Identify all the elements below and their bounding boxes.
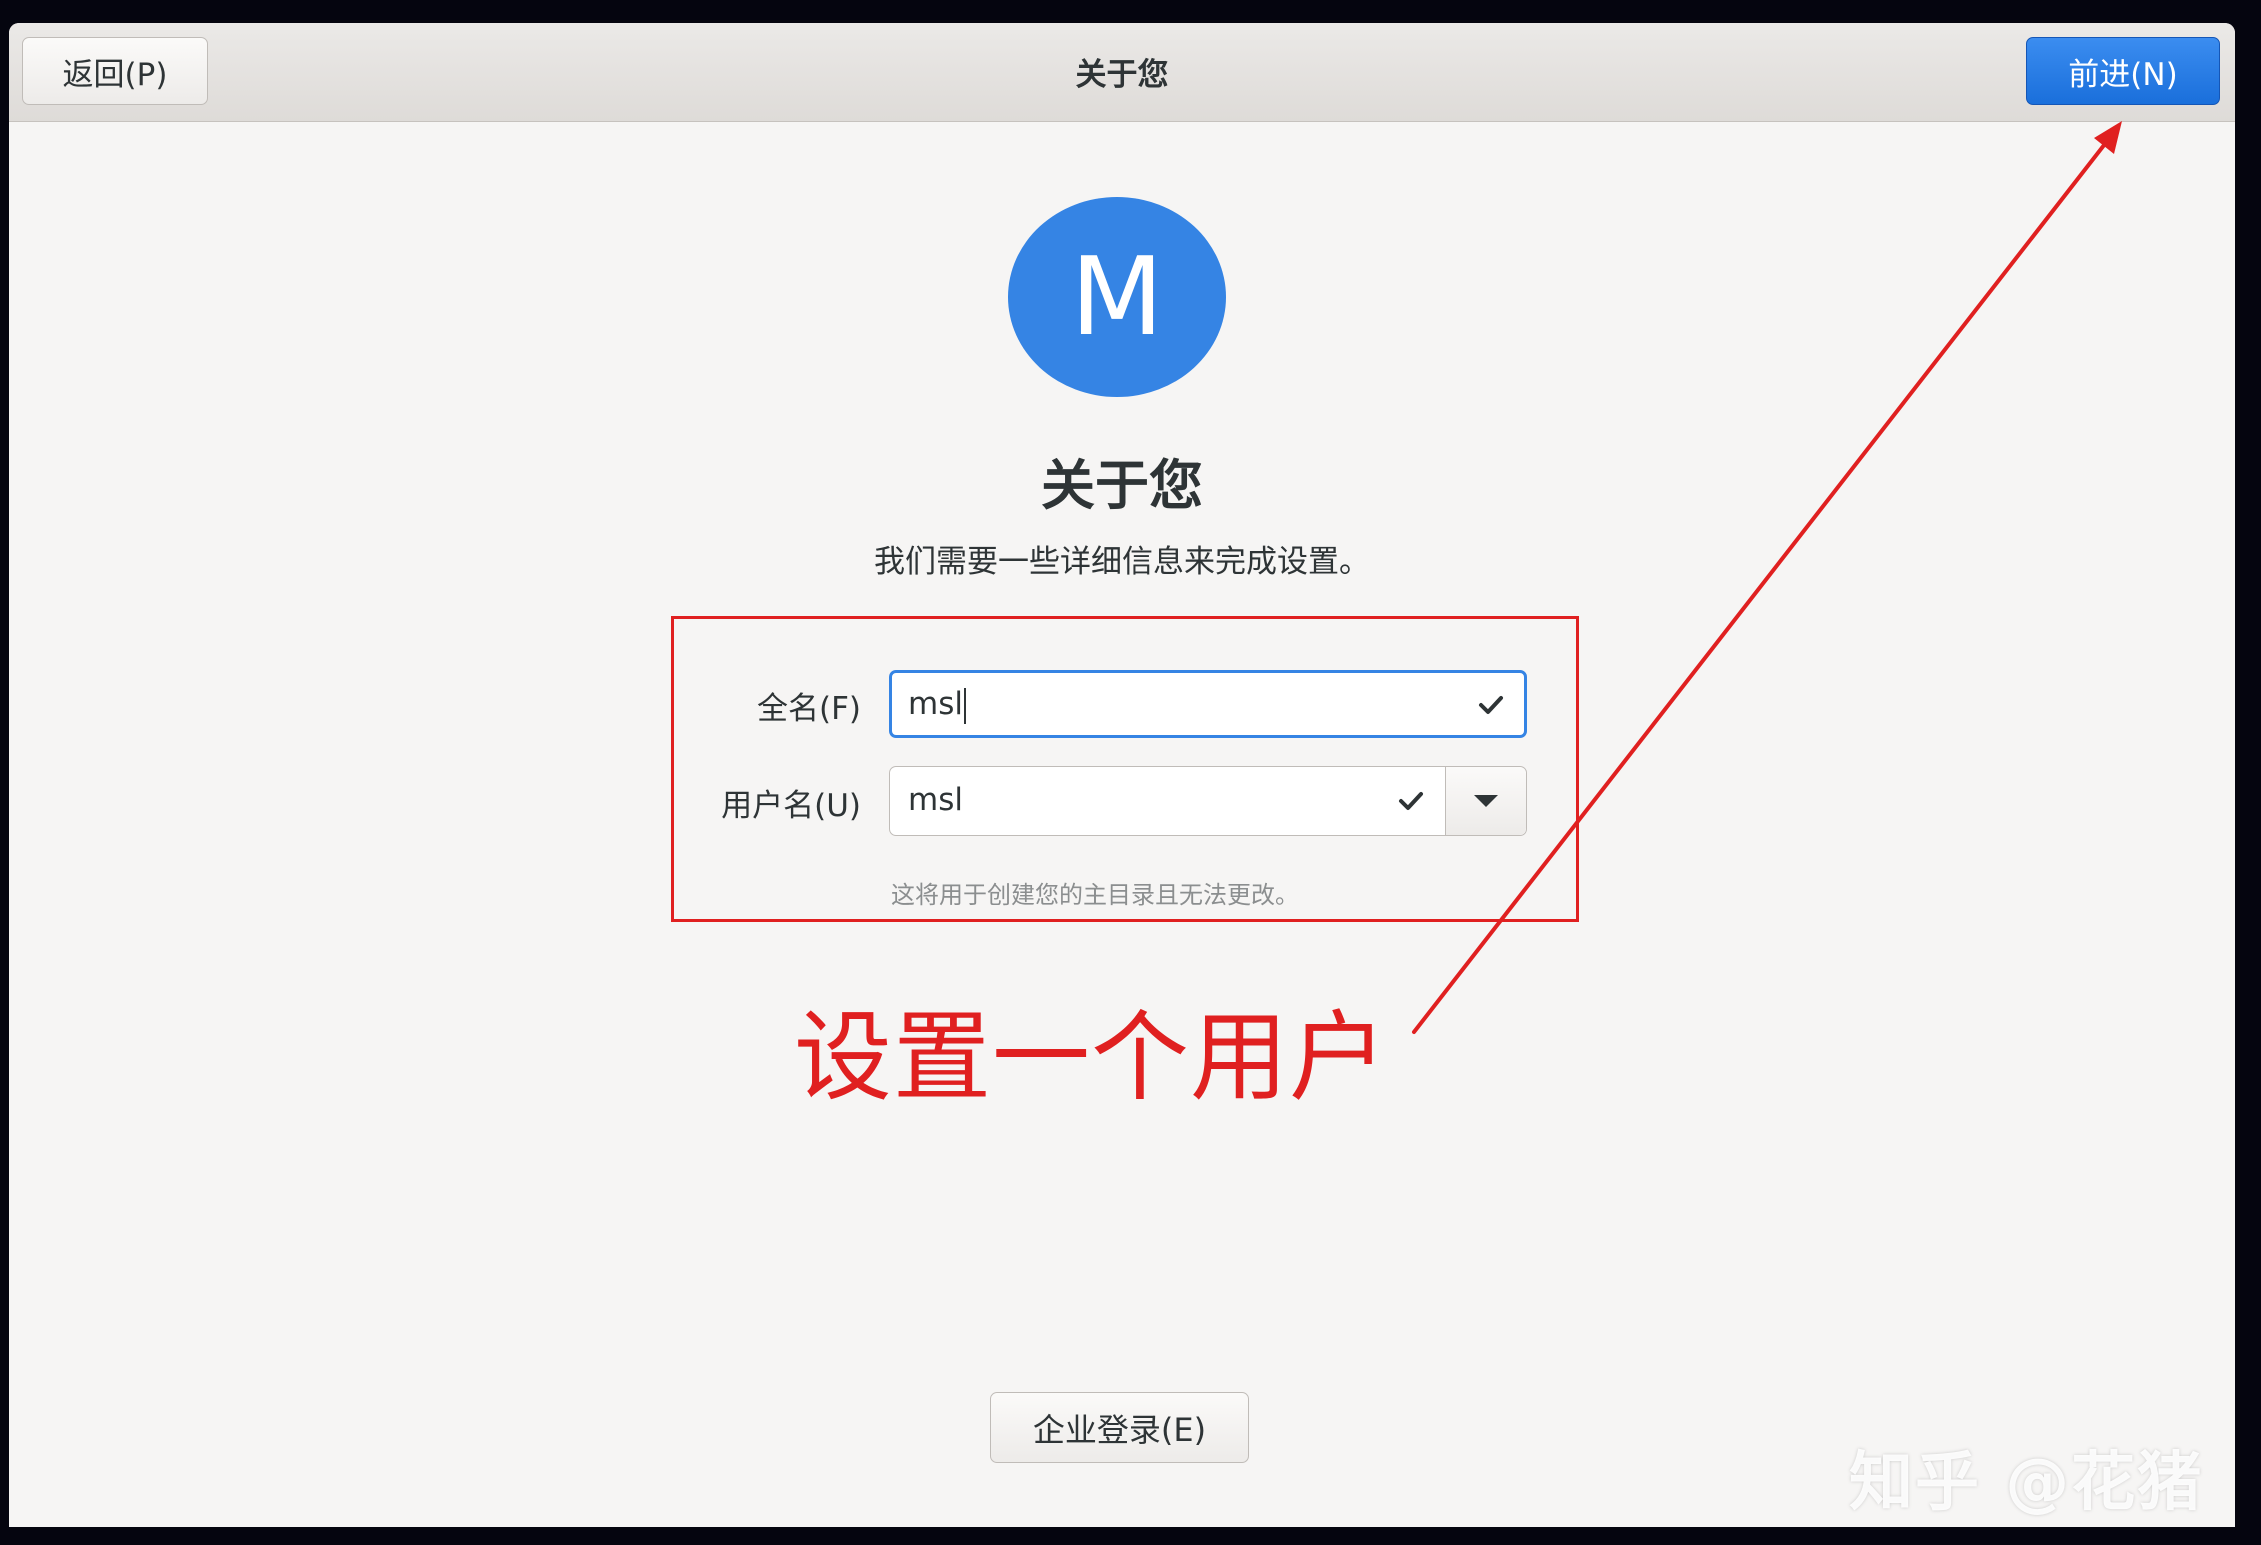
header-bar: 返回(P) 关于您 前进(N) xyxy=(9,23,2235,122)
fullname-label: 全名(F) xyxy=(756,691,861,727)
annotation-text: 设置一个用户 xyxy=(794,1001,1389,1115)
enterprise-login-button[interactable]: 企业登录(E) xyxy=(990,1392,1249,1463)
setup-window: 返回(P) 关于您 前进(N) M 关于您 我们需要一些详细信息来完成设置。 全… xyxy=(9,23,2235,1527)
check-icon xyxy=(1479,696,1503,714)
username-value: msl xyxy=(908,782,963,818)
avatar[interactable]: M xyxy=(1008,197,1226,397)
header-title: 关于您 xyxy=(1075,57,1169,93)
username-label: 用户名(U) xyxy=(721,788,861,824)
page-subtitle: 我们需要一些详细信息来完成设置。 xyxy=(874,544,1370,580)
fullname-value: msl xyxy=(908,686,966,724)
watermark: 知乎 @花猪 xyxy=(1849,1446,2204,1520)
forward-button[interactable]: 前进(N) xyxy=(2026,37,2220,105)
fullname-field[interactable]: msl xyxy=(889,670,1527,738)
username-dropdown-button[interactable] xyxy=(1445,767,1526,835)
chevron-down-icon xyxy=(1474,795,1498,807)
username-hint: 这将用于创建您的主目录且无法更改。 xyxy=(891,881,1299,909)
check-icon xyxy=(1399,792,1423,810)
text-cursor xyxy=(963,687,966,724)
page-title: 关于您 xyxy=(1041,454,1203,517)
username-combobox[interactable]: msl xyxy=(889,766,1527,836)
